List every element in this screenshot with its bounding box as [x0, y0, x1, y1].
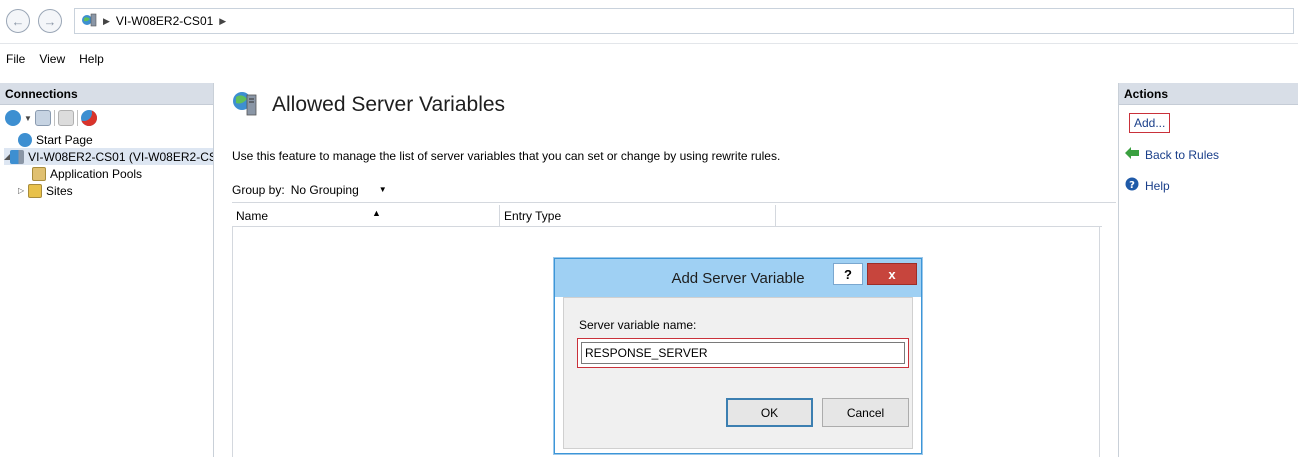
connections-pane: Connections ▼ Start Page ◢ VI-W08ER2-CS0…	[0, 83, 214, 457]
menu-file[interactable]: File	[6, 52, 25, 66]
grid-divider	[1099, 227, 1100, 457]
back-arrow-icon[interactable]: ←	[6, 9, 30, 33]
actions-pane: Actions Add... Back to Rules ? Help	[1118, 83, 1298, 457]
server-variable-name-input[interactable]: RESPONSE_SERVER	[581, 342, 905, 364]
chevron-down-icon[interactable]: ▼	[379, 185, 387, 194]
application-pools-icon	[32, 166, 46, 181]
dialog-body: Server variable name: RESPONSE_SERVER OK…	[563, 297, 913, 449]
svg-text:?: ?	[1129, 180, 1135, 191]
toolbar-divider	[53, 110, 55, 126]
add-action-label: Add...	[1134, 116, 1166, 130]
disconnect-icon[interactable]	[80, 110, 97, 126]
grid-divider	[232, 227, 233, 457]
tree-item-sites[interactable]: ▷ Sites	[4, 182, 213, 199]
dialog-titlebar[interactable]: Add Server Variable ? x	[555, 259, 921, 297]
menu-bar: File View Help	[0, 47, 104, 71]
add-action[interactable]: Add...	[1129, 113, 1171, 133]
tree-item-label: VI-W08ER2-CS01 (VI-W08ER2-CS01	[28, 149, 213, 164]
help-circle-icon: ?	[1125, 177, 1139, 194]
start-page-icon	[18, 132, 32, 147]
up-icon[interactable]	[57, 110, 74, 126]
forward-arrow-icon[interactable]: →	[38, 9, 62, 33]
server-icon	[81, 13, 97, 30]
grid-header: Name ▲ Entry Type	[232, 205, 1102, 227]
address-bar: ← → ▶ VI-W08ER2-CS01 ▶	[0, 0, 1298, 44]
tree-item-label: Start Page	[36, 132, 93, 147]
actions-header: Actions	[1119, 83, 1298, 105]
back-to-rules-action[interactable]: Back to Rules	[1125, 147, 1219, 162]
tree-item-label: Application Pools	[50, 166, 143, 181]
breadcrumb-server[interactable]: VI-W08ER2-CS01	[116, 14, 213, 28]
connections-tree: Start Page ◢ VI-W08ER2-CS01 (VI-W08ER2-C…	[0, 131, 213, 199]
server-variable-name-label: Server variable name:	[579, 318, 697, 332]
ok-button[interactable]: OK	[726, 398, 813, 427]
server-variable-name-field[interactable]: RESPONSE_SERVER	[577, 338, 909, 368]
column-entry-type-label: Entry Type	[504, 209, 562, 223]
sites-folder-icon	[28, 183, 42, 198]
save-icon[interactable]	[34, 110, 51, 126]
page-title: Allowed Server Variables	[272, 92, 506, 116]
group-by-label: Group by:	[232, 182, 285, 197]
connect-icon[interactable]	[5, 110, 21, 126]
dialog-title: Add Server Variable	[671, 269, 805, 287]
help-label: Help	[1145, 178, 1170, 193]
column-name-label: Name	[236, 209, 269, 223]
back-arrow-icon	[1125, 147, 1139, 162]
server-icon	[10, 149, 25, 164]
server-variables-icon	[232, 89, 258, 120]
column-entry-type[interactable]: Entry Type	[500, 205, 776, 227]
group-by-bar: Group by: No Grouping ▼	[232, 177, 1116, 203]
cancel-button[interactable]: Cancel	[822, 398, 909, 427]
column-blank	[776, 205, 1102, 227]
toolbar-divider	[76, 110, 78, 126]
connections-header: Connections	[0, 83, 213, 105]
menu-view[interactable]: View	[39, 52, 65, 66]
tree-item-label: Sites	[46, 183, 73, 198]
tree-item-start-page[interactable]: Start Page	[4, 131, 213, 148]
chevron-down-icon[interactable]: ▼	[24, 114, 32, 123]
back-to-rules-label: Back to Rules	[1145, 147, 1220, 162]
tree-item-application-pools[interactable]: Application Pools	[4, 165, 213, 182]
help-question-icon[interactable]: ?	[833, 263, 863, 285]
help-action[interactable]: ? Help	[1125, 177, 1170, 194]
group-by-select[interactable]: No Grouping	[291, 183, 359, 197]
add-server-variable-dialog: Add Server Variable ? x Server variable …	[554, 258, 922, 454]
feature-header: Allowed Server Variables	[232, 89, 505, 120]
expand-icon[interactable]: ▷	[18, 186, 28, 195]
feature-description: Use this feature to manage the list of s…	[232, 149, 781, 163]
connections-toolbar: ▼	[0, 105, 213, 131]
column-name[interactable]: Name ▲	[232, 205, 500, 227]
tree-item-server[interactable]: ◢ VI-W08ER2-CS01 (VI-W08ER2-CS01	[4, 148, 213, 165]
close-icon[interactable]: x	[867, 263, 917, 285]
menu-help[interactable]: Help	[79, 52, 104, 66]
sort-ascending-icon: ▲	[372, 208, 381, 218]
breadcrumb-separator-icon: ▶	[103, 15, 110, 26]
address-field[interactable]: ▶ VI-W08ER2-CS01 ▶	[74, 8, 1294, 34]
breadcrumb-separator-icon: ▶	[219, 15, 227, 26]
